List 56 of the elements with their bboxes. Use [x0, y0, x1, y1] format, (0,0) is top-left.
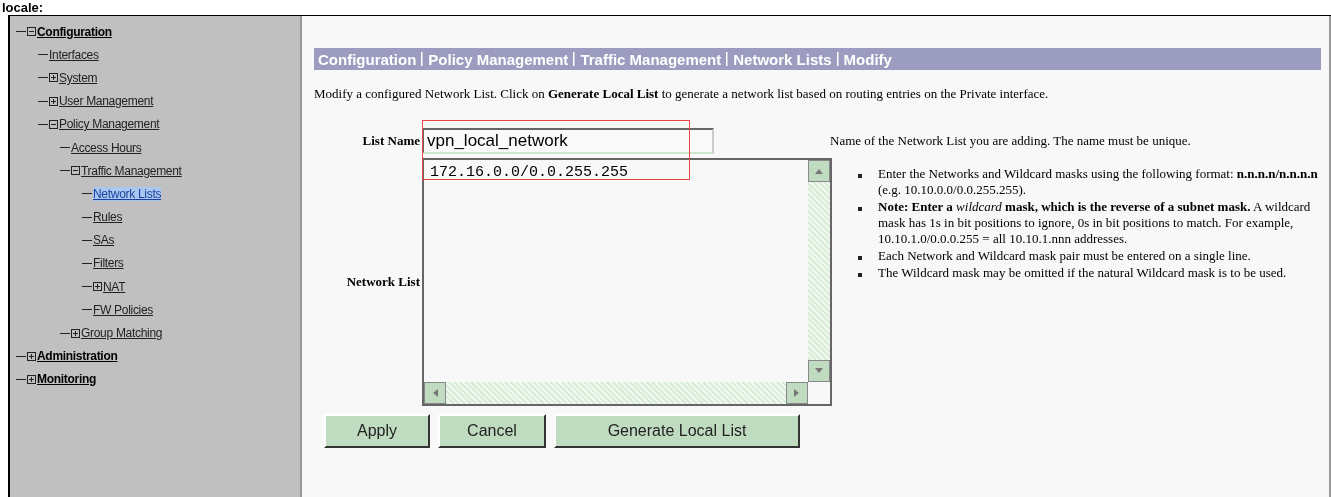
tree-item[interactable]: Traffic Management — [81, 163, 182, 178]
list-name-field[interactable]: vpn_local_network — [422, 128, 714, 154]
network-list-field[interactable]: 172.16.0.0/0.0.255.255 — [422, 158, 832, 406]
tree-item[interactable]: Administration — [37, 349, 118, 364]
tree-item[interactable]: FW Policies — [93, 302, 154, 317]
tree-toggle-icon[interactable] — [49, 96, 58, 106]
tree-item[interactable]: Interfaces — [49, 47, 99, 62]
help-item: Note: Enter a wildcard mask, which is the reverse of a subnet mask. A wildcard mask has 1s in bit positions to ignore, 0s in bit positions to match. For example, 10.10.1.0/0.0.0.255 = all 10.10.1.nnn addresses. — [878, 199, 1312, 247]
tree-item[interactable]: User Management — [59, 94, 154, 109]
bullet-icon — [858, 174, 862, 178]
tree-item[interactable]: Policy Management — [59, 117, 160, 132]
bullet-icon — [858, 207, 862, 211]
separator-icon — [726, 52, 729, 66]
tree-toggle-icon[interactable] — [93, 282, 102, 292]
tree-item[interactable]: Configuration — [37, 24, 112, 39]
scroll-right-icon[interactable] — [786, 382, 808, 404]
tree-item[interactable]: Access Hours — [71, 140, 142, 155]
bullet-icon — [858, 256, 862, 260]
help-item: The Wildcard mask may be omitted if the natural Wildcard mask is to be used. — [878, 265, 1287, 281]
breadcrumb-item: Modify — [843, 50, 892, 68]
tree-item[interactable]: Network Lists — [93, 186, 162, 201]
tree-toggle-icon[interactable] — [27, 374, 36, 384]
network-list-label: Network List — [345, 274, 421, 290]
help-item: Enter the Networks and Wildcard masks using the following format: n.n.n.n/n.n.n.n (e.g. 10.10.0.0/0.0.255.255). — [878, 166, 1318, 198]
form-button[interactable]: Cancel — [438, 414, 546, 448]
tree-item[interactable]: Monitoring — [37, 372, 96, 387]
form-button[interactable]: Generate Local List — [554, 414, 800, 448]
list-name-label: List Name — [361, 133, 421, 149]
tree-item[interactable]: System — [59, 70, 98, 85]
tree-toggle-icon[interactable] — [49, 119, 58, 129]
tree-toggle-icon[interactable] — [27, 351, 36, 361]
tree-item[interactable]: Group Matching — [81, 326, 163, 341]
tree-item[interactable]: SAs — [93, 233, 115, 248]
scroll-up-icon[interactable] — [808, 160, 830, 182]
breadcrumb-item: Configuration — [318, 50, 417, 68]
help-item: Each Network and Wildcard mask pair must be entered on a single line. — [878, 248, 1251, 264]
scroll-down-icon[interactable] — [808, 360, 830, 382]
separator-icon — [573, 52, 576, 66]
caption-text: locale: — [1, 0, 45, 15]
separator-icon — [836, 52, 839, 66]
tree-toggle-icon[interactable] — [27, 27, 36, 37]
scroll-left-icon[interactable] — [424, 382, 446, 404]
tree-item[interactable]: Filters — [93, 256, 124, 271]
bullet-icon — [858, 273, 862, 277]
tree-toggle-icon[interactable] — [49, 73, 58, 83]
tree-toggle-icon[interactable] — [71, 328, 80, 338]
tree-toggle-icon[interactable] — [71, 166, 80, 176]
name-help-text: Name of the Network List you are adding. The name must be unique. — [830, 133, 1191, 149]
tree-item[interactable]: Rules — [93, 210, 123, 225]
form-button[interactable]: Apply — [324, 414, 430, 448]
breadcrumb-item: Network Lists — [733, 50, 832, 68]
tree-item[interactable]: NAT — [103, 279, 126, 294]
separator-icon — [421, 52, 424, 66]
breadcrumb-item: Traffic Management — [580, 50, 722, 68]
breadcrumb-item: Policy Management — [428, 50, 569, 68]
intro-text: Modify a configured Network List. Click on Generate Local List to generate a network list based on routing entries on the Private interface. — [314, 86, 1050, 102]
